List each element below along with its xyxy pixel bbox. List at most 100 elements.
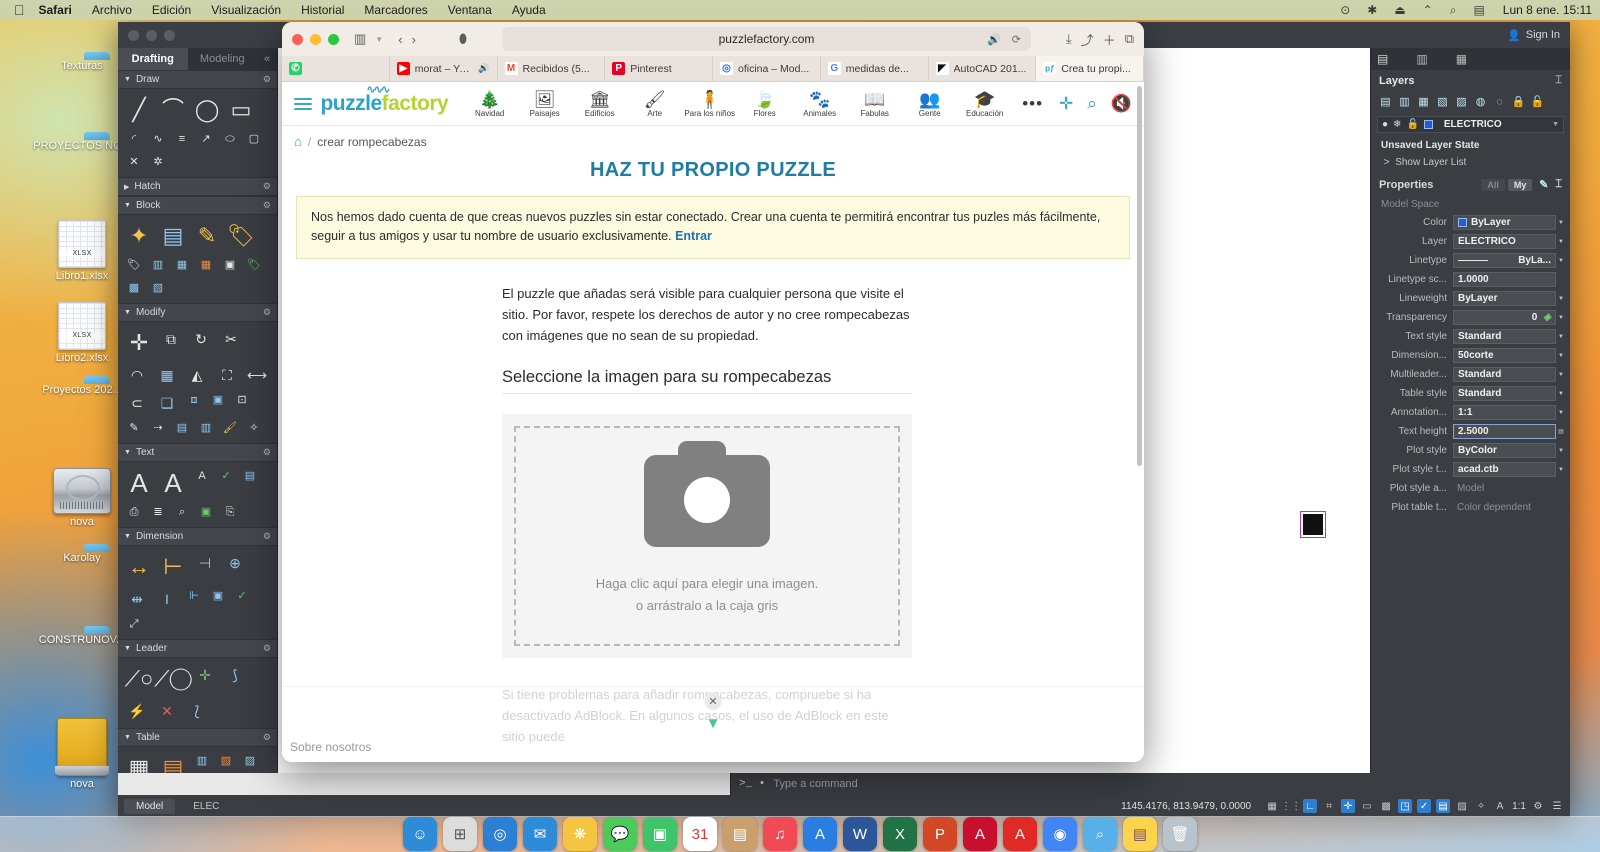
properties-edit-icon[interactable]: ✎ xyxy=(1535,176,1552,193)
single-text-icon[interactable]: A xyxy=(191,466,213,487)
scale-icon[interactable]: ⛶ xyxy=(213,362,241,388)
dimension-edit-icon[interactable]: ⊢ xyxy=(157,550,189,584)
nav-item-animales[interactable]: 🐾 Animales xyxy=(792,90,847,118)
gear-icon[interactable]: ⚙ xyxy=(263,74,271,85)
back-icon[interactable]: ‹ xyxy=(398,32,402,47)
property-row-dimension-style[interactable]: Dimension... 50corte ▼ xyxy=(1371,346,1570,365)
home-icon[interactable]: ⌂ xyxy=(294,134,302,149)
layers-tab-icon[interactable]: ▤ xyxy=(1377,52,1388,66)
tab-bar[interactable]: ✆ ▶ morat – YouT... 🔊 M Recibidos (5... … xyxy=(282,56,1144,82)
tab-puzzlefactory[interactable]: pƒ Crea tu propi... xyxy=(1036,56,1144,81)
menu-item-marcadores[interactable]: Marcadores xyxy=(364,3,427,17)
filter-all-button[interactable]: All xyxy=(1481,178,1505,191)
nav-more-button[interactable]: ••• xyxy=(1012,94,1053,114)
define-attributes-icon[interactable]: 🏷 xyxy=(225,219,257,253)
status-icons[interactable]: ▦ ⋮⋮ ∟ ⌗ ✛ ▭ ▩ ◳ ✓ ▤ ▨ ✧ A 1:1 ⚙ ☰ xyxy=(1265,799,1564,813)
chevron-down-icon[interactable]: ▼ xyxy=(1556,448,1566,454)
property-value[interactable]: acad.ctb xyxy=(1453,462,1556,477)
block-lib-icon[interactable]: ▧ xyxy=(147,278,169,299)
plus-icon[interactable]: ✛ xyxy=(1059,94,1073,114)
leader-collect-icon[interactable]: ⟅ xyxy=(183,698,211,724)
dim-space-icon[interactable]: ⊩ xyxy=(183,586,205,607)
dim-update-icon[interactable]: ✓ xyxy=(231,586,253,607)
menu-icon[interactable] xyxy=(294,95,313,113)
block-tag-icon[interactable]: 🏷 xyxy=(123,255,145,276)
leader-add-icon[interactable]: ✛ xyxy=(191,662,219,688)
search-icon[interactable]: ⌕ xyxy=(1450,3,1457,18)
site-logo[interactable]: ∿∿∿ puzzlefactory xyxy=(320,84,448,116)
show-layer-list-row[interactable]: > Show Layer List xyxy=(1371,154,1570,171)
bluetooth-icon[interactable]: ✱ xyxy=(1367,3,1377,17)
stretch-icon[interactable]: ⟷ xyxy=(243,362,271,388)
record-icon[interactable]: ⊙ xyxy=(1340,3,1350,17)
ortho-icon[interactable]: ⌗ xyxy=(1322,799,1336,813)
layers-toolbar[interactable]: ▤ ▥ ▦ ▧ ▨ ◍ ◌ 🔒 🔓 xyxy=(1371,91,1570,112)
dock-item-notes[interactable]: ▤ xyxy=(1123,817,1157,851)
property-row-annotation-scale[interactable]: Annotation... 1:1 ▼ xyxy=(1371,403,1570,422)
menu-item-archivo[interactable]: Archivo xyxy=(92,3,132,17)
table-cell-icon[interactable]: ▥ xyxy=(191,751,213,772)
layer-properties-icon[interactable]: ▥ xyxy=(1396,93,1413,110)
autocad-maximize-button[interactable] xyxy=(164,29,175,41)
polygon-icon[interactable]: ▢ xyxy=(243,129,265,150)
layer-on-icon[interactable]: ◌ xyxy=(1491,93,1508,110)
edit-text-icon[interactable]: A xyxy=(157,466,189,500)
dock-item-mail[interactable]: ✉ xyxy=(523,817,557,851)
property-row-plot-style-table[interactable]: Plot style t... acad.ctb ▼ xyxy=(1371,460,1570,479)
dock-item-trash[interactable]: 🗑 xyxy=(1163,817,1197,851)
text-color-icon[interactable]: ▣ xyxy=(195,502,217,523)
property-row-lineweight[interactable]: Lineweight ByLayer ▼ xyxy=(1371,289,1570,308)
property-row-color[interactable]: Color ByLayer ▼ xyxy=(1371,213,1570,232)
command-input[interactable]: >_ • Type a command xyxy=(730,773,1570,795)
lengthen-icon[interactable]: ⊡ xyxy=(231,390,253,411)
palette-section-table[interactable]: ▼ Table ⚙ xyxy=(118,728,277,747)
eject-icon[interactable]: ⏏ xyxy=(1394,3,1405,17)
text-style-icon[interactable]: ▤ xyxy=(239,466,261,487)
dock-item-messages[interactable]: 💬 xyxy=(603,817,637,851)
rectangle-icon[interactable]: ▭ xyxy=(225,93,257,127)
search-icon[interactable]: ⌕ xyxy=(1087,94,1097,114)
shield-icon[interactable]: ⬮ xyxy=(459,31,467,47)
nav-item-navidad[interactable]: 🎄 Navidad xyxy=(462,90,517,118)
property-value[interactable]: Standard xyxy=(1453,367,1556,382)
picker-icon[interactable]: ▤ xyxy=(1556,428,1566,435)
tab-google[interactable]: G medidas de... xyxy=(821,56,929,81)
gear-icon[interactable]: ⚙ xyxy=(263,200,271,211)
image-dropzone[interactable]: Haga clic aquí para elegir una imagen. o… xyxy=(514,425,900,646)
ducs-icon[interactable]: ◳ xyxy=(1398,799,1413,813)
blocks-tab-icon[interactable]: ▥ xyxy=(1416,52,1427,66)
line-icon[interactable]: ╱ xyxy=(123,93,155,127)
layer-freeze-icon[interactable]: ❄ xyxy=(1393,119,1401,130)
rotate-icon[interactable]: ↻ xyxy=(187,326,215,352)
property-value[interactable]: ELECTRICO xyxy=(1453,234,1556,249)
ellipse-icon[interactable]: ⬭ xyxy=(219,129,241,150)
chevron-down-icon[interactable]: ▼ xyxy=(1556,315,1566,321)
current-layer-row[interactable]: ● ❄ 🔓 ELECTRICO ▼ xyxy=(1377,116,1564,133)
ad-banner[interactable]: ✕ ▼ xyxy=(282,686,1144,762)
nav-item-educacion[interactable]: 🎓 Educación xyxy=(957,90,1012,118)
downloads-icon[interactable]: ⤓ xyxy=(1066,31,1072,47)
layer-unisolate-icon[interactable]: ▨ xyxy=(1453,93,1470,110)
explode-icon[interactable]: ❏ xyxy=(153,390,181,416)
chevron-down-icon[interactable]: ▼ xyxy=(1556,467,1566,473)
move-icon[interactable]: ✛ xyxy=(123,326,155,360)
audio-icon[interactable]: 🔊 xyxy=(987,33,1001,46)
dock-item-contacts[interactable]: ▤ xyxy=(723,817,757,851)
layer-state-icon[interactable]: ▦ xyxy=(1415,93,1432,110)
polyline-icon[interactable]: ⌒ xyxy=(157,93,189,127)
dimension-linear-icon[interactable]: ↔ xyxy=(123,550,155,584)
block-manage-icon[interactable]: ▩ xyxy=(123,278,145,299)
dropzone-container[interactable]: Haga clic aquí para elegir una imagen. o… xyxy=(502,413,912,658)
property-value[interactable]: 50corte xyxy=(1453,348,1556,363)
layer-lock-icon[interactable]: 🔒 xyxy=(1510,93,1527,110)
property-row-transparency[interactable]: Transparency 0 ◈ ▼ xyxy=(1371,308,1570,327)
filter-my-button[interactable]: My xyxy=(1507,178,1533,191)
table-export-icon[interactable]: ▨ xyxy=(239,751,261,772)
property-value[interactable]: ByLa... xyxy=(1453,253,1556,268)
block-base-icon[interactable]: ▥ xyxy=(147,255,169,276)
notice-login-link[interactable]: Entrar xyxy=(675,229,712,243)
multiline-icon[interactable]: ≡ xyxy=(171,129,193,150)
chevron-down-icon[interactable]: ▼ xyxy=(1556,410,1566,416)
offset-icon[interactable]: ⧈ xyxy=(183,390,205,411)
table-tab-icon[interactable]: ▦ xyxy=(1456,52,1467,66)
